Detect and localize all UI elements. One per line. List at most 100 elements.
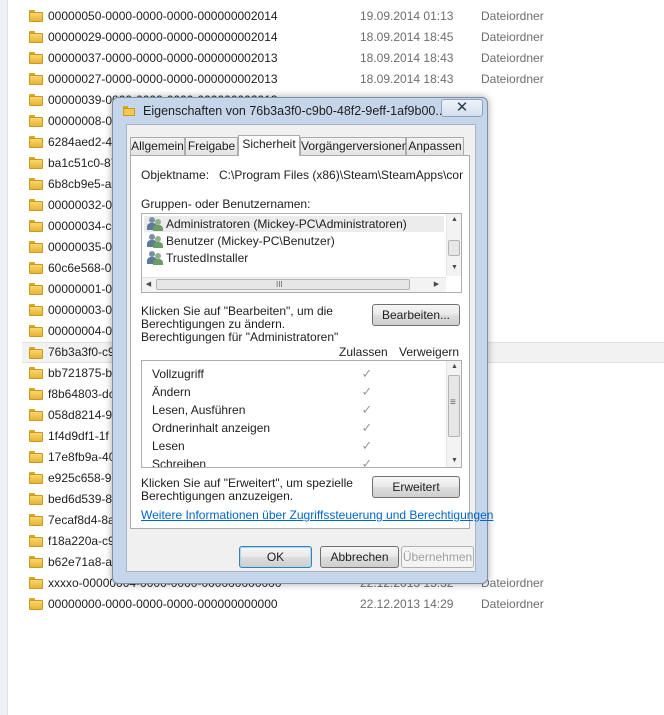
folder-icon: [29, 220, 43, 232]
edit-hint-line1: Klicken Sie auf "Bearbeiten", um die: [141, 304, 333, 318]
allow-check-icon: ✓: [361, 402, 373, 417]
folder-icon: [29, 577, 43, 589]
user-item-administratoren[interactable]: Administratoren (Mickey-PC\Administrator…: [144, 216, 444, 232]
permission-row: Ändern ✓: [152, 383, 442, 401]
permission-row: Schreiben ✓: [152, 455, 442, 468]
folder-name: 6b8cb9e5-aa: [48, 177, 119, 191]
advanced-hint-line1: Klicken Sie auf "Erweitert", um speziell…: [141, 476, 353, 490]
folder-name: f8b64803-dc: [48, 387, 115, 401]
folder-name: 058d8214-90: [48, 408, 119, 422]
folder-icon: [29, 325, 43, 337]
folder-name: 00000001-00: [48, 282, 119, 296]
tab-allgemein[interactable]: Allgemein: [130, 137, 185, 155]
tab-freigabe[interactable]: Freigabe: [185, 137, 238, 155]
tab-vorgaengerversionen[interactable]: Vorgängerversionen: [300, 137, 408, 155]
folder-name: 17e8fb9a-40: [48, 450, 116, 464]
folder-icon: [29, 136, 43, 148]
permission-row: Lesen, Ausführen ✓: [152, 401, 442, 419]
permission-name: Schreiben: [152, 457, 207, 468]
folder-row[interactable]: 00000037-0000-0000-0000-000000002013 18.0…: [22, 48, 664, 69]
folder-icon: [29, 241, 43, 253]
folder-date: 22.12.2013 14:29: [360, 597, 454, 611]
folder-type: Dateiordner: [481, 30, 544, 44]
folder-icon: [29, 52, 43, 64]
navigation-pane-edge: [0, 0, 8, 715]
folder-icon: [29, 514, 43, 526]
folder-icon: [29, 430, 43, 442]
folder-icon: [29, 199, 43, 211]
grip-icon: ≡: [450, 397, 456, 408]
folder-name: 00000027-0000-0000-0000-000000002013: [48, 72, 278, 86]
folder-icon: [29, 451, 43, 463]
scroll-up-icon[interactable]: ▲: [450, 216, 459, 224]
permissions-vertical-scrollbar[interactable]: ▲ ≡ ▼: [446, 361, 461, 467]
folder-name: 00000000-0000-0000-0000-000000000000: [48, 597, 278, 611]
close-button[interactable]: ✕: [441, 99, 483, 117]
scroll-thumb[interactable]: [448, 240, 460, 256]
scroll-down-icon[interactable]: ▼: [450, 264, 459, 272]
edit-button[interactable]: Bearbeiten...: [372, 304, 460, 326]
advanced-button[interactable]: Erweitert: [372, 476, 460, 498]
folder-name: 1f4d9df1-1f: [48, 429, 109, 443]
folder-name: ba1c51c0-87: [48, 156, 118, 170]
folder-name: b62e71a8-ab: [48, 555, 119, 569]
folder-name: 7ecaf8d4-8a: [48, 513, 115, 527]
tab-anpassen[interactable]: Anpassen: [406, 137, 464, 155]
permission-name: Lesen: [152, 439, 185, 453]
folder-row[interactable]: 00000050-0000-0000-0000-000000002014 19.0…: [22, 6, 664, 27]
folder-icon: [123, 106, 135, 116]
access-control-info-link[interactable]: Weitere Informationen über Zugriffssteue…: [141, 508, 493, 522]
folder-icon: [29, 388, 43, 400]
folder-name: bed6d539-82: [48, 492, 119, 506]
scroll-right-icon[interactable]: ▶: [432, 281, 441, 289]
user-item-benutzer[interactable]: Benutzer (Mickey-PC\Benutzer): [144, 233, 444, 249]
folder-name: e925c658-9b: [48, 471, 119, 485]
scroll-down-icon[interactable]: ▼: [450, 457, 459, 465]
permissions-for-label: Berechtigungen für "Administratoren": [141, 330, 339, 344]
folder-date: 18.09.2014 18:43: [360, 51, 454, 65]
folder-name: 00000035-00: [48, 240, 119, 254]
folder-date: 19.09.2014 01:13: [360, 9, 454, 23]
users-vertical-scrollbar[interactable]: ▲ ▼: [446, 214, 461, 276]
allow-check-icon: ✓: [361, 438, 373, 453]
permission-name: Vollzugriff: [152, 367, 204, 381]
scroll-left-icon[interactable]: ◀: [144, 281, 153, 289]
folder-name: 00000029-0000-0000-0000-000000002014: [48, 30, 278, 44]
folder-row[interactable]: 00000027-0000-0000-0000-000000002013 18.0…: [22, 69, 664, 90]
folder-icon: [29, 556, 43, 568]
permission-row: Vollzugriff ✓: [152, 365, 442, 383]
advanced-hint-line2: Berechtigungen anzuzeigen.: [141, 489, 294, 503]
folder-icon: [29, 10, 43, 22]
permission-row: Lesen ✓: [152, 437, 442, 455]
folder-row[interactable]: 00000029-0000-0000-0000-000000002014 18.0…: [22, 27, 664, 48]
tab-sicherheit[interactable]: Sicherheit: [238, 135, 300, 156]
scroll-thumb[interactable]: [156, 279, 410, 290]
folder-icon: [29, 409, 43, 421]
users-icon: [147, 217, 163, 231]
cancel-button[interactable]: Abbrechen: [320, 546, 399, 568]
allow-check-icon: ✓: [361, 456, 373, 468]
dialog-titlebar[interactable]: Eigenschaften von 76b3a3f0-c9b0-48f2-9ef…: [113, 98, 487, 126]
folder-icon: [29, 304, 43, 316]
edit-hint-line2: Berechtigungen zu ändern.: [141, 317, 286, 331]
folder-name: 00000037-0000-0000-0000-000000002013: [48, 51, 278, 65]
ok-button[interactable]: OK: [239, 546, 312, 568]
folder-type: Dateiordner: [481, 72, 544, 86]
deny-column-header: Verweigern: [399, 345, 460, 359]
grip-icon: III: [276, 280, 283, 289]
users-horizontal-scrollbar[interactable]: ◀ III ▶: [142, 277, 446, 292]
folder-name: 76b3a3f0-c9: [48, 345, 115, 359]
folder-type: Dateiordner: [481, 576, 544, 590]
folder-name: 00000003-00: [48, 303, 119, 317]
scroll-up-icon[interactable]: ▲: [450, 363, 459, 371]
permissions-list[interactable]: ▲ ≡ ▼ Vollzugriff ✓ Ändern ✓ Lesen, Ausführe…: [141, 360, 462, 468]
folder-icon: [29, 283, 43, 295]
user-item-trustedinstaller[interactable]: TrustedInstaller: [144, 250, 444, 266]
users-icon: [147, 251, 163, 265]
permission-name: Ändern: [152, 385, 191, 399]
folder-type: Dateiordner: [481, 597, 544, 611]
users-listbox[interactable]: Administratoren (Mickey-PC\Administrator…: [141, 213, 462, 293]
folder-row[interactable]: 00000000-0000-0000-0000-000000000000 22.1…: [22, 594, 664, 615]
properties-dialog: Eigenschaften von 76b3a3f0-c9b0-48f2-9ef…: [112, 97, 493, 584]
apply-button[interactable]: Übernehmen: [401, 546, 474, 568]
